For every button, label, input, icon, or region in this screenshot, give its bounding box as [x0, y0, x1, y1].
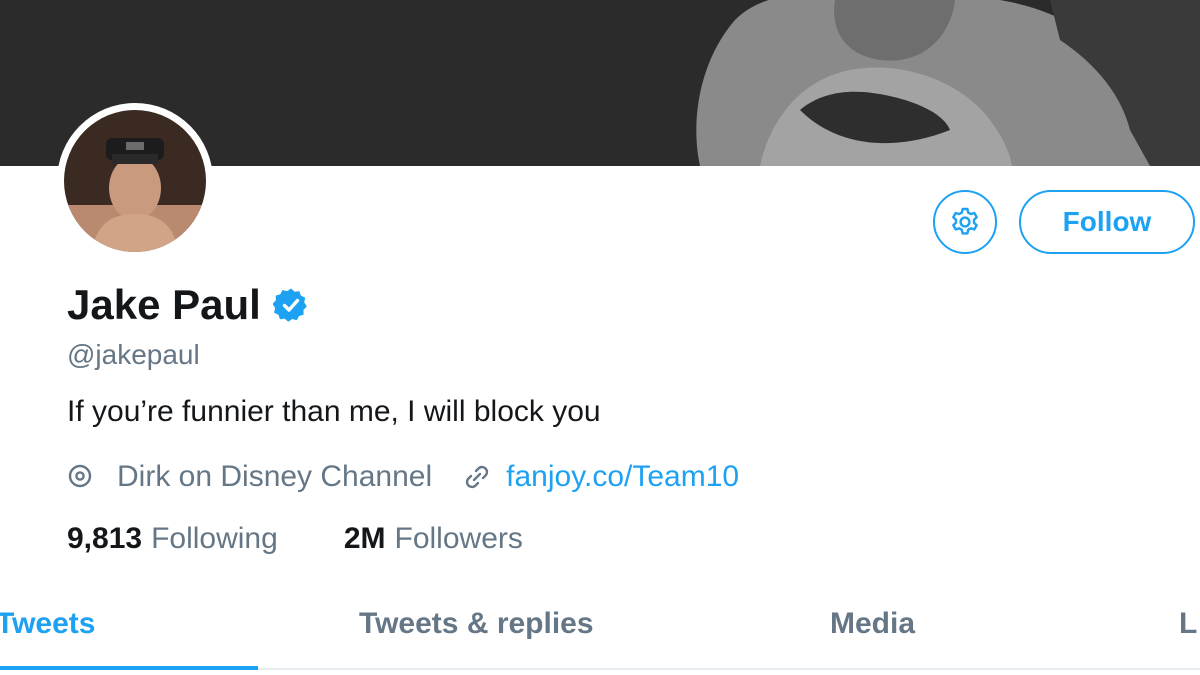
following-count: 9,813 [67, 522, 143, 555]
following-stat[interactable]: 9,813 Following [67, 519, 278, 559]
profile-avatar[interactable] [57, 103, 213, 259]
followers-count: 2M [343, 522, 386, 555]
location-pin-icon [68, 464, 92, 488]
gear-icon [952, 207, 978, 235]
tab-tweets-and-replies[interactable]: Tweets & replies [359, 604, 594, 644]
followers-stat[interactable]: 2M Followers [344, 519, 523, 559]
profile-website-link[interactable]: fanjoy.co/Team10 [506, 457, 739, 497]
tab-likes[interactable]: L [1179, 604, 1197, 644]
settings-button[interactable] [933, 190, 997, 254]
profile-bio: If you’re funnier than me, I will block … [67, 395, 601, 428]
profile-tabs: Tweets Tweets & replies Media L [0, 596, 1200, 670]
display-name-text: Jake Paul [67, 281, 261, 328]
verified-badge-icon [272, 288, 307, 322]
profile-meta: Dirk on Disney Channel fanjoy.co/Team10 [67, 457, 739, 497]
profile-handle: @jakepaul [67, 339, 200, 370]
profile-stats: 9,813 Following 2M Followers [67, 519, 523, 559]
active-tab-indicator [0, 666, 258, 670]
followers-label: Followers [394, 522, 523, 555]
follow-button[interactable]: Follow [1019, 190, 1195, 254]
display-name: Jake Paul [67, 281, 309, 329]
profile-location: Dirk on Disney Channel [117, 460, 433, 493]
following-label: Following [151, 522, 278, 555]
tab-media[interactable]: Media [830, 604, 915, 644]
tab-tweets[interactable]: Tweets [0, 604, 95, 644]
link-icon [465, 465, 489, 489]
